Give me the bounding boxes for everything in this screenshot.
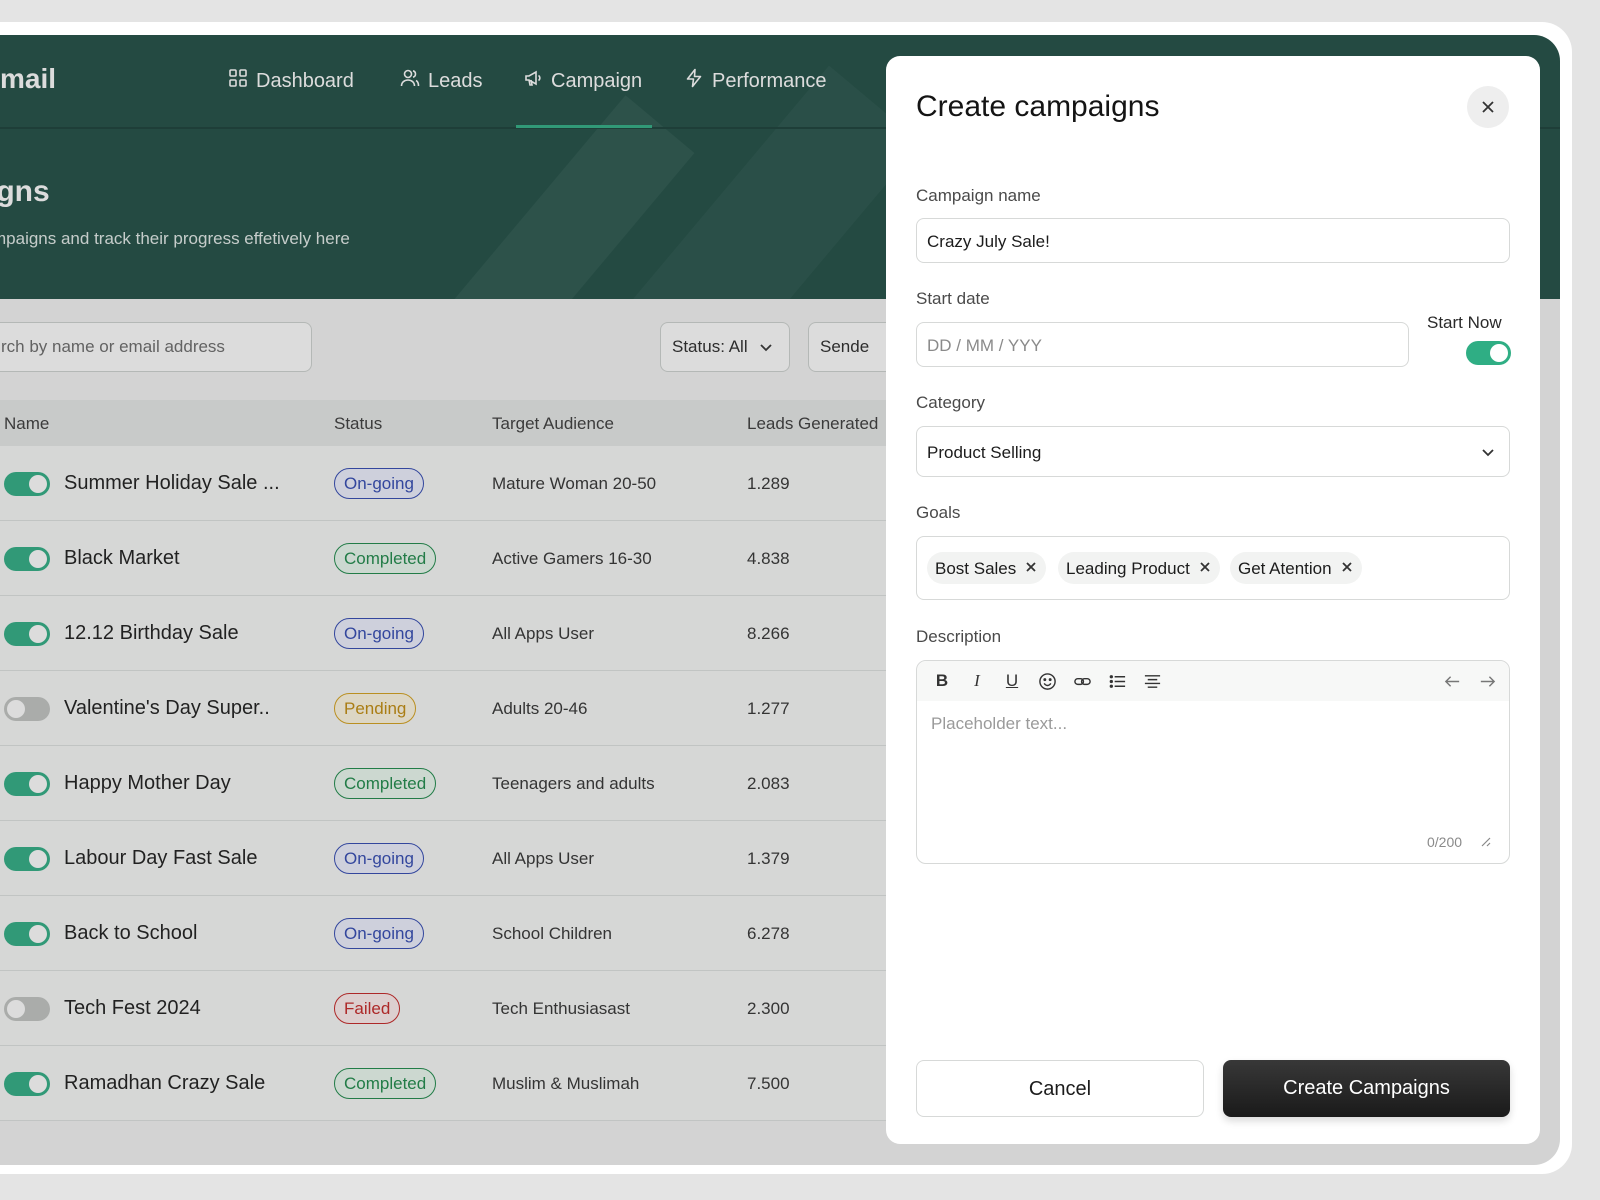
toggle-knob (1490, 344, 1508, 362)
description-editor: B I U Placeholder text... 0/200 (916, 660, 1510, 864)
goals-label: Goals (916, 503, 961, 522)
campaign-name-label: Campaign name (916, 186, 1041, 205)
create-campaigns-button[interactable]: Create Campaigns (1223, 1060, 1510, 1117)
category-select[interactable]: Product Selling (916, 426, 1510, 477)
close-icon (1482, 101, 1494, 113)
resize-handle-icon[interactable] (1479, 835, 1491, 847)
bullet-list-icon[interactable] (1106, 670, 1128, 692)
create-campaign-modal: Create campaigns Campaign name Crazy Jul… (886, 56, 1540, 1144)
category-value: Product Selling (927, 443, 1042, 462)
remove-icon[interactable] (1341, 561, 1353, 573)
goal-chip: Get Atention (1230, 552, 1362, 584)
modal-title: Create campaigns (916, 90, 1160, 123)
italic-icon[interactable]: I (966, 670, 988, 692)
goal-chip: Bost Sales (927, 552, 1047, 584)
cancel-button[interactable]: Cancel (916, 1060, 1204, 1117)
emoji-icon[interactable] (1036, 670, 1058, 692)
link-icon[interactable] (1071, 670, 1093, 692)
editor-toolbar: B I U (917, 661, 1509, 701)
close-button[interactable] (1467, 86, 1509, 128)
goal-chip-label: Bost Sales (935, 559, 1017, 578)
char-count: 0/200 (1427, 834, 1463, 850)
underline-icon[interactable]: U (1001, 670, 1023, 692)
goal-chip: Leading Product (1058, 552, 1220, 584)
remove-icon[interactable] (1199, 561, 1211, 573)
remove-icon[interactable] (1025, 561, 1037, 573)
start-date-input[interactable]: DD / MM / YYY (916, 322, 1409, 367)
start-now-toggle[interactable] (1466, 341, 1511, 365)
align-center-icon[interactable] (1141, 670, 1163, 692)
category-label: Category (916, 393, 985, 412)
undo-icon[interactable] (1441, 670, 1463, 692)
description-label: Description (916, 627, 1002, 646)
description-textarea[interactable]: Placeholder text... (931, 714, 1067, 734)
chevron-down-icon (1482, 449, 1494, 457)
start-date-label: Start date (916, 289, 990, 308)
bold-icon[interactable]: B (931, 670, 953, 692)
start-now-label: Start Now (1427, 313, 1502, 332)
goal-chip-label: Get Atention (1238, 559, 1332, 578)
campaign-name-input[interactable]: Crazy July Sale! (916, 218, 1510, 263)
goals-input[interactable]: Bost Sales Leading Product Get Atention (916, 536, 1510, 600)
redo-icon[interactable] (1476, 670, 1498, 692)
goal-chip-label: Leading Product (1066, 559, 1190, 578)
